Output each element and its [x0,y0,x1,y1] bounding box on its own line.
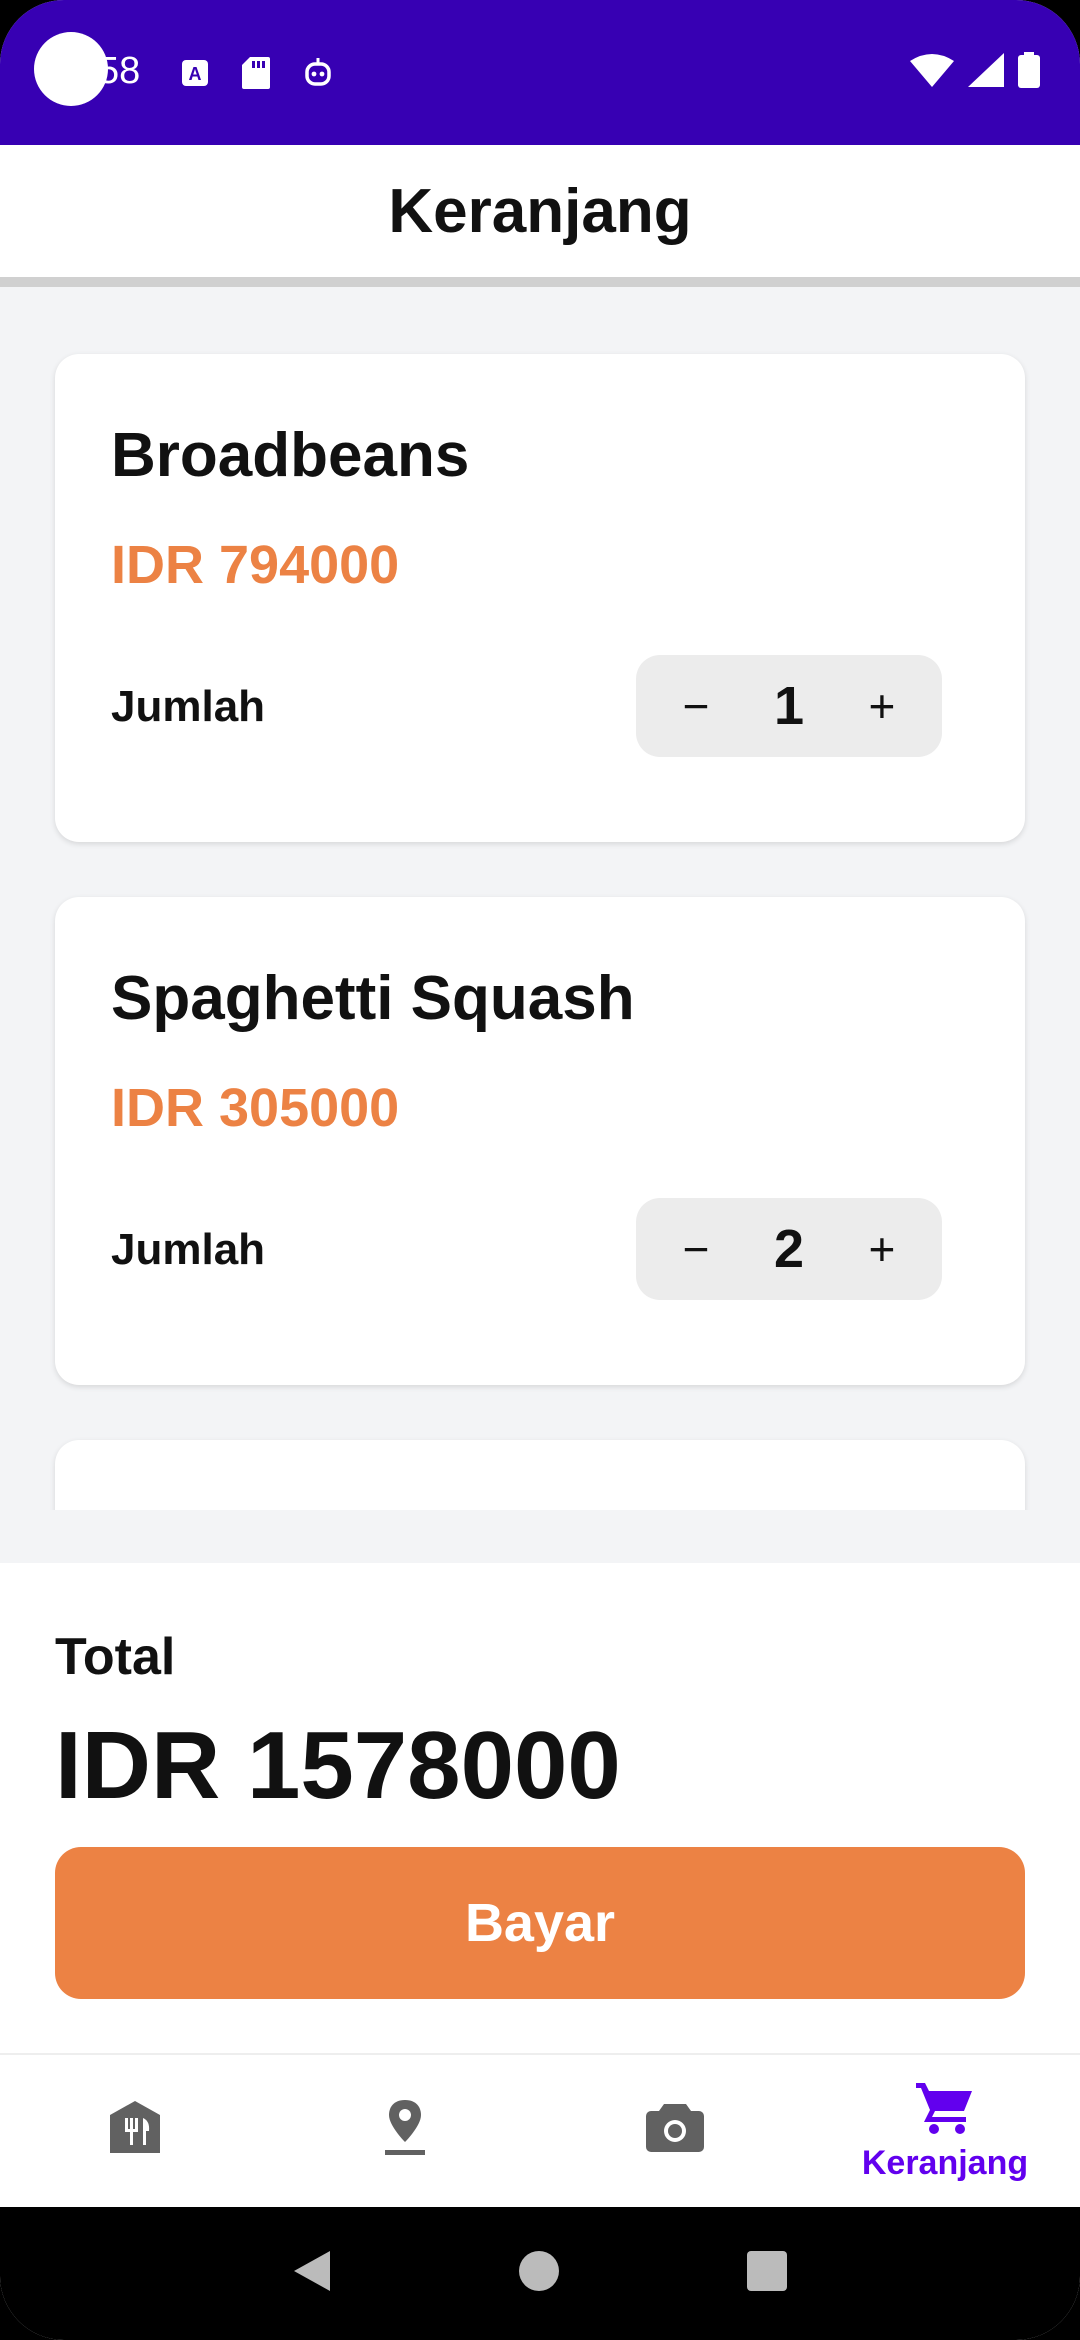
quantity-label: Jumlah [111,682,266,731]
system-navigation-bar [0,2207,1080,2340]
restaurant-icon [110,2100,160,2158]
battery-icon [1018,52,1040,93]
location-pin-icon [383,2098,427,2161]
back-icon[interactable] [292,2249,332,2298]
phone-screen: 58 A Keranjang Broadbeans IDR 794000 Jum… [0,0,1080,2340]
home-icon[interactable] [517,2249,561,2298]
product-name: Spaghetti Squash [111,964,635,1033]
product-name: Broadbeans [111,421,470,490]
sd-card-icon [242,56,270,90]
cart-item-card: Spaghetti Squash IDR 305000 Jumlah − 2 + [55,897,1025,1385]
product-price: IDR 305000 [111,1078,400,1138]
quantity-value: 1 [773,676,805,736]
decrement-button[interactable]: − [676,1222,716,1276]
decrement-button[interactable]: − [676,679,716,733]
wifi-icon [910,53,954,92]
svg-text:A: A [189,64,202,84]
total-label: Total [55,1628,176,1686]
recents-icon[interactable] [746,2250,788,2297]
cart-item-card-partial [55,1440,1025,1510]
checkout-summary: Total IDR 1578000 Bayar [0,1563,1080,2053]
nav-item-camera[interactable] [540,2055,810,2207]
camera-cutout [34,32,108,106]
pay-button[interactable]: Bayar [55,1847,1025,1999]
quantity-stepper: − 1 + [636,655,942,757]
cart-item-card: Broadbeans IDR 794000 Jumlah − 1 + [55,354,1025,842]
product-price: IDR 794000 [111,535,400,595]
signal-icon [968,53,1004,92]
nav-item-location[interactable] [270,2055,540,2207]
cart-icon [916,2079,974,2140]
robot-icon [302,56,334,90]
increment-button[interactable]: + [862,1222,902,1276]
status-bar: 58 A [0,0,1080,145]
bottom-navigation: Keranjang [0,2053,1080,2207]
page-title: Keranjang [388,176,692,246]
camera-icon [646,2102,704,2157]
quantity-stepper: − 2 + [636,1198,942,1300]
cart-list[interactable]: Broadbeans IDR 794000 Jumlah − 1 + Spagh… [0,297,1080,1510]
keyboard-a-icon: A [180,56,210,90]
status-time: 58 [98,50,141,92]
quantity-label: Jumlah [111,1225,266,1274]
nav-item-restaurant[interactable] [0,2055,270,2207]
nav-label: Keranjang [861,2144,1029,2182]
app-header: Keranjang [0,145,1080,287]
nav-item-cart[interactable]: Keranjang [810,2055,1080,2207]
increment-button[interactable]: + [862,679,902,733]
total-value: IDR 1578000 [55,1712,621,1819]
quantity-value: 2 [773,1219,805,1279]
